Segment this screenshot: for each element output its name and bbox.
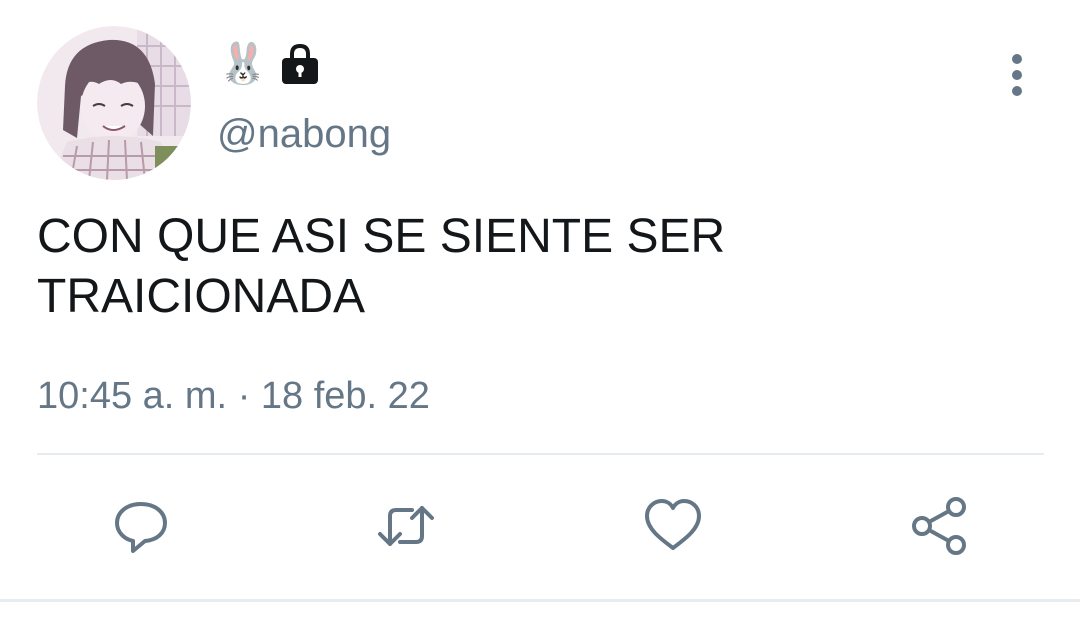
tweet-timestamp[interactable]: 10:45 a. m. · 18 feb. 22 — [37, 372, 430, 420]
tweet-text: CON QUE ASI SE SIENTE SER TRAICIONADA — [37, 210, 726, 323]
share-icon — [912, 497, 966, 555]
retweet-icon — [378, 506, 434, 546]
reply-icon — [115, 502, 167, 553]
tweet-time: 10:45 a. m. — [37, 375, 228, 417]
lock-icon — [281, 43, 318, 84]
share-button[interactable] — [909, 496, 969, 556]
divider — [0, 599, 1080, 602]
display-name-emoji: 🐰 — [218, 41, 268, 87]
display-name-row[interactable]: 🐰 — [218, 40, 322, 88]
avatar[interactable] — [37, 26, 191, 180]
tweet-date: 18 feb. 22 — [260, 375, 430, 417]
anime-girl-avatar-icon — [37, 26, 191, 180]
divider — [37, 453, 1044, 455]
reply-button[interactable] — [111, 496, 171, 556]
more-options-button[interactable] — [996, 50, 1038, 100]
retweet-button[interactable] — [376, 496, 436, 556]
vertical-ellipsis-icon — [1012, 54, 1022, 96]
meta-separator: · — [237, 375, 251, 417]
heart-icon — [645, 499, 701, 550]
user-handle[interactable]: @nabong — [217, 110, 391, 158]
like-button[interactable] — [643, 496, 703, 556]
